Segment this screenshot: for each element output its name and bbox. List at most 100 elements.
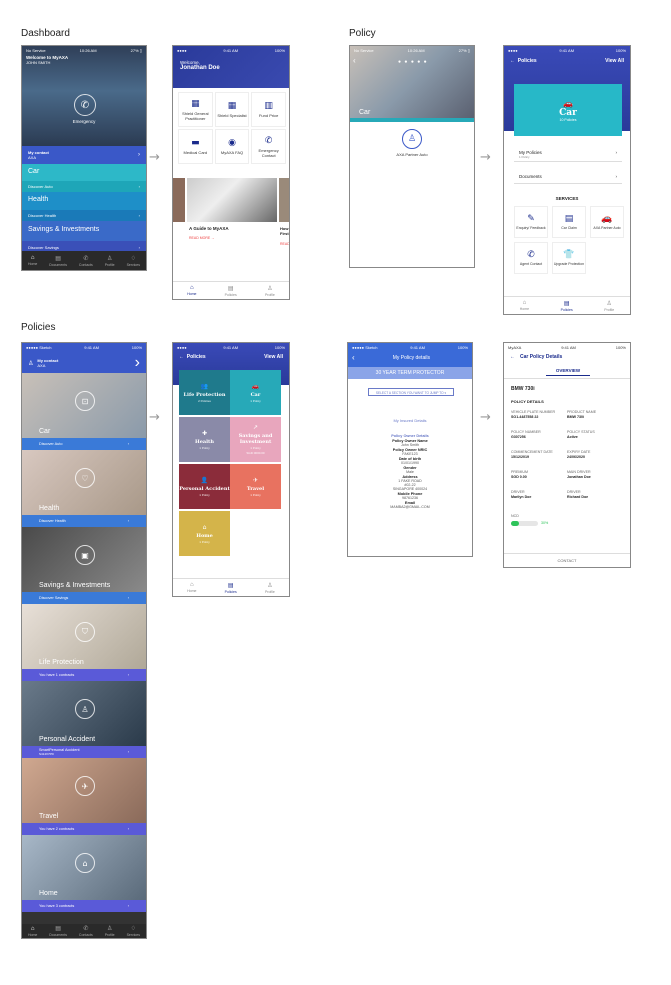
service-1[interactable]: ▤ Car Claim <box>552 206 586 238</box>
tab-services[interactable]: ♢ Services <box>127 255 140 267</box>
quick-action-1[interactable]: ▦ Shield Specialist <box>214 92 250 127</box>
partner-auto-button[interactable]: ♙ <box>402 129 422 149</box>
product-sub-row[interactable]: SmartPersonal Accident S414X7PD › <box>22 746 146 758</box>
band-savings[interactable]: Savings & Investments <box>22 221 146 241</box>
quick-actions-grid: ▦ Shield General Practitioner ▦ Shield Spec… <box>178 92 286 164</box>
product-sub-row[interactable]: Discover Auto › <box>22 438 146 450</box>
status-bar: ●●●● 9:41 AM 100% <box>508 47 626 53</box>
quick-action-2[interactable]: ▥ Fund Price <box>251 92 286 127</box>
band-health-sub[interactable]: Discover Health › <box>22 210 146 221</box>
tab-home[interactable]: ⌂ Home <box>520 300 529 311</box>
band-car[interactable]: Car <box>22 164 146 181</box>
chevron-right-icon: › <box>127 750 129 754</box>
policy-tile[interactable]: ↗ Savings and Investment 1 Policy SGD 0000.… <box>230 417 281 462</box>
band-sub-label: Discover Auto <box>28 184 53 189</box>
tab-label: Contacts <box>78 933 93 937</box>
quick-action-4[interactable]: ◉ MyAXA FAQ <box>214 129 250 164</box>
user-icon: ♙ <box>267 285 273 292</box>
partner-auto-label: AXA Partner Auto <box>396 152 428 157</box>
product-sub-row[interactable]: Discover Savings › <box>22 592 146 604</box>
quick-action-0[interactable]: ▦ Shield General Practitioner <box>178 92 213 127</box>
policy-tile[interactable]: 👤 Personal Accident 1 Policy <box>179 464 230 509</box>
tab-contacts[interactable]: ✆ Contacts <box>79 925 93 937</box>
tab-home[interactable]: ⌂ Home <box>187 285 196 296</box>
product-item[interactable]: ♙ Personal Accident SmartPersonal Accident… <box>22 681 146 758</box>
service-3[interactable]: ✆ Agent Contact <box>514 242 548 274</box>
product-item[interactable]: ⌂ Home You have 3 contracts › <box>22 835 146 912</box>
service-4[interactable]: 👕 Upgrade Protection <box>552 242 586 274</box>
policy-tile[interactable]: 🚗 Car 1 Policy <box>230 370 281 415</box>
tab-home[interactable]: ⌂ Home <box>187 582 196 593</box>
tab-contacts[interactable]: ✆ Contacts <box>79 255 93 267</box>
field-value: MAMBA2@GMAIL.COM <box>390 505 430 509</box>
tab-home[interactable]: ⌂ Home <box>28 926 37 937</box>
policy-tile[interactable]: ✚ Health 1 Policy <box>179 417 230 462</box>
back-arrow-icon[interactable]: ← <box>510 58 515 64</box>
service-2[interactable]: 🚗 AXA Partner Auto <box>590 206 624 238</box>
tab-profile[interactable]: ♙ Profile <box>604 300 614 312</box>
status-bar: ●●●● 9:41 AM 100% <box>177 344 285 350</box>
policy-tile[interactable]: ✈ Travel 1 Policy <box>230 464 281 509</box>
tab-policies[interactable]: ▤ Policies <box>561 300 573 312</box>
tab-overview[interactable]: OVERVIEW <box>546 368 590 376</box>
quick-action-5[interactable]: ✆ Emergency Contact <box>251 129 286 164</box>
tab-label: Home <box>27 932 38 937</box>
policy-tile[interactable]: ⌂ Home 1 Policy <box>179 511 230 556</box>
tab-policies[interactable]: ▤ Policies <box>225 582 237 594</box>
tile-name: Travel <box>246 485 265 492</box>
band-health[interactable]: Health <box>22 192 146 210</box>
detail-value: BMW 730i <box>567 415 584 419</box>
quick-action-3[interactable]: ▬ Medical Card <box>178 129 213 164</box>
product-item[interactable]: ▣ Savings & Investments Discover Savings › <box>22 527 146 604</box>
carrier: ●●●●● Sketch <box>26 344 52 350</box>
product-item[interactable]: ♡ Health Discover Health › <box>22 450 146 527</box>
tab-profile[interactable]: ♙ Profile <box>105 255 115 267</box>
product-item[interactable]: ⛉ Life Protection You have 1 contracts › <box>22 604 146 681</box>
read-more-link[interactable]: READ MORE → <box>189 236 215 240</box>
product-sub-row[interactable]: Discover Health › <box>22 515 146 527</box>
car-policy-card[interactable]: 🚗 Car 10 Policies <box>514 84 622 136</box>
product-sub-row[interactable]: You have 1 contracts › <box>22 669 146 681</box>
band-car-sub[interactable]: Discover Auto › <box>22 181 146 192</box>
product-item[interactable]: ⊡ Car Discover Auto › <box>22 373 146 450</box>
detail-key: PREMIUM <box>511 470 528 474</box>
back-arrow-icon[interactable]: ← <box>510 354 515 360</box>
car-icon: 🚗 <box>563 98 573 108</box>
product-sub-row[interactable]: You have 2 contracts › <box>22 823 146 835</box>
tab-home[interactable]: ⌂ Home <box>28 255 37 266</box>
field-key: Policy Owner Details <box>391 434 429 438</box>
my-policies-row[interactable]: My Policies 1 Policy › <box>514 146 622 162</box>
tab-label: Services <box>126 262 140 267</box>
side-read-more[interactable]: READ <box>280 242 289 246</box>
service-0[interactable]: ✎ Enquiry/ Feedback <box>514 206 548 238</box>
back-button[interactable]: ‹ <box>353 56 356 65</box>
back-arrow-icon[interactable]: ← <box>179 354 184 360</box>
product-item[interactable]: ✈ Travel You have 2 contracts › <box>22 758 146 835</box>
tab-services[interactable]: ♢ Services <box>127 925 140 937</box>
contact-row[interactable]: ♙ My contact AXA › <box>22 353 146 373</box>
section-jump-select[interactable]: SELECT A SECTION YOU WANT TO JUMP TO ▾ <box>368 388 454 396</box>
product-sub-row[interactable]: You have 3 contracts › <box>22 900 146 912</box>
detail-field: POLICY STATUS Active <box>567 430 622 439</box>
clock: 9:41 AM <box>561 344 576 350</box>
documents-row[interactable]: Documents › <box>514 170 622 184</box>
side-article-title[interactable]: How First <box>280 226 289 236</box>
tab-documents[interactable]: ▤ Documents <box>49 255 67 267</box>
policy-details-screen: ●●●●● Sketch 9:41 AM 100% ‹ My Policy deta… <box>347 342 473 557</box>
tab-profile[interactable]: ♙ Profile <box>265 285 275 297</box>
tab-documents[interactable]: ▤ Documents <box>49 925 67 937</box>
contact-row[interactable]: My contact AXA › <box>22 146 146 164</box>
tab-profile[interactable]: ♙ Profile <box>105 925 115 937</box>
view-all-link[interactable]: View All <box>264 354 283 360</box>
view-all-link[interactable]: View All <box>605 58 624 64</box>
contact-button[interactable]: CONTACT <box>504 553 630 567</box>
health-icon: ✚ <box>201 429 208 437</box>
tab-label: Documents <box>49 933 67 937</box>
policy-tile[interactable]: 👥 Life Protection 2 Policies <box>179 370 230 415</box>
carousel-dots[interactable]: ● ● ● ● ● <box>398 59 428 65</box>
tab-profile[interactable]: ♙ Profile <box>265 582 275 594</box>
article-title[interactable]: A Guide to MyAXA <box>189 226 229 231</box>
tab-policies[interactable]: ▤ Policies <box>225 285 237 297</box>
band-sub-label: Discover Savings <box>28 244 59 250</box>
emergency-button[interactable]: ✆ <box>74 94 96 116</box>
